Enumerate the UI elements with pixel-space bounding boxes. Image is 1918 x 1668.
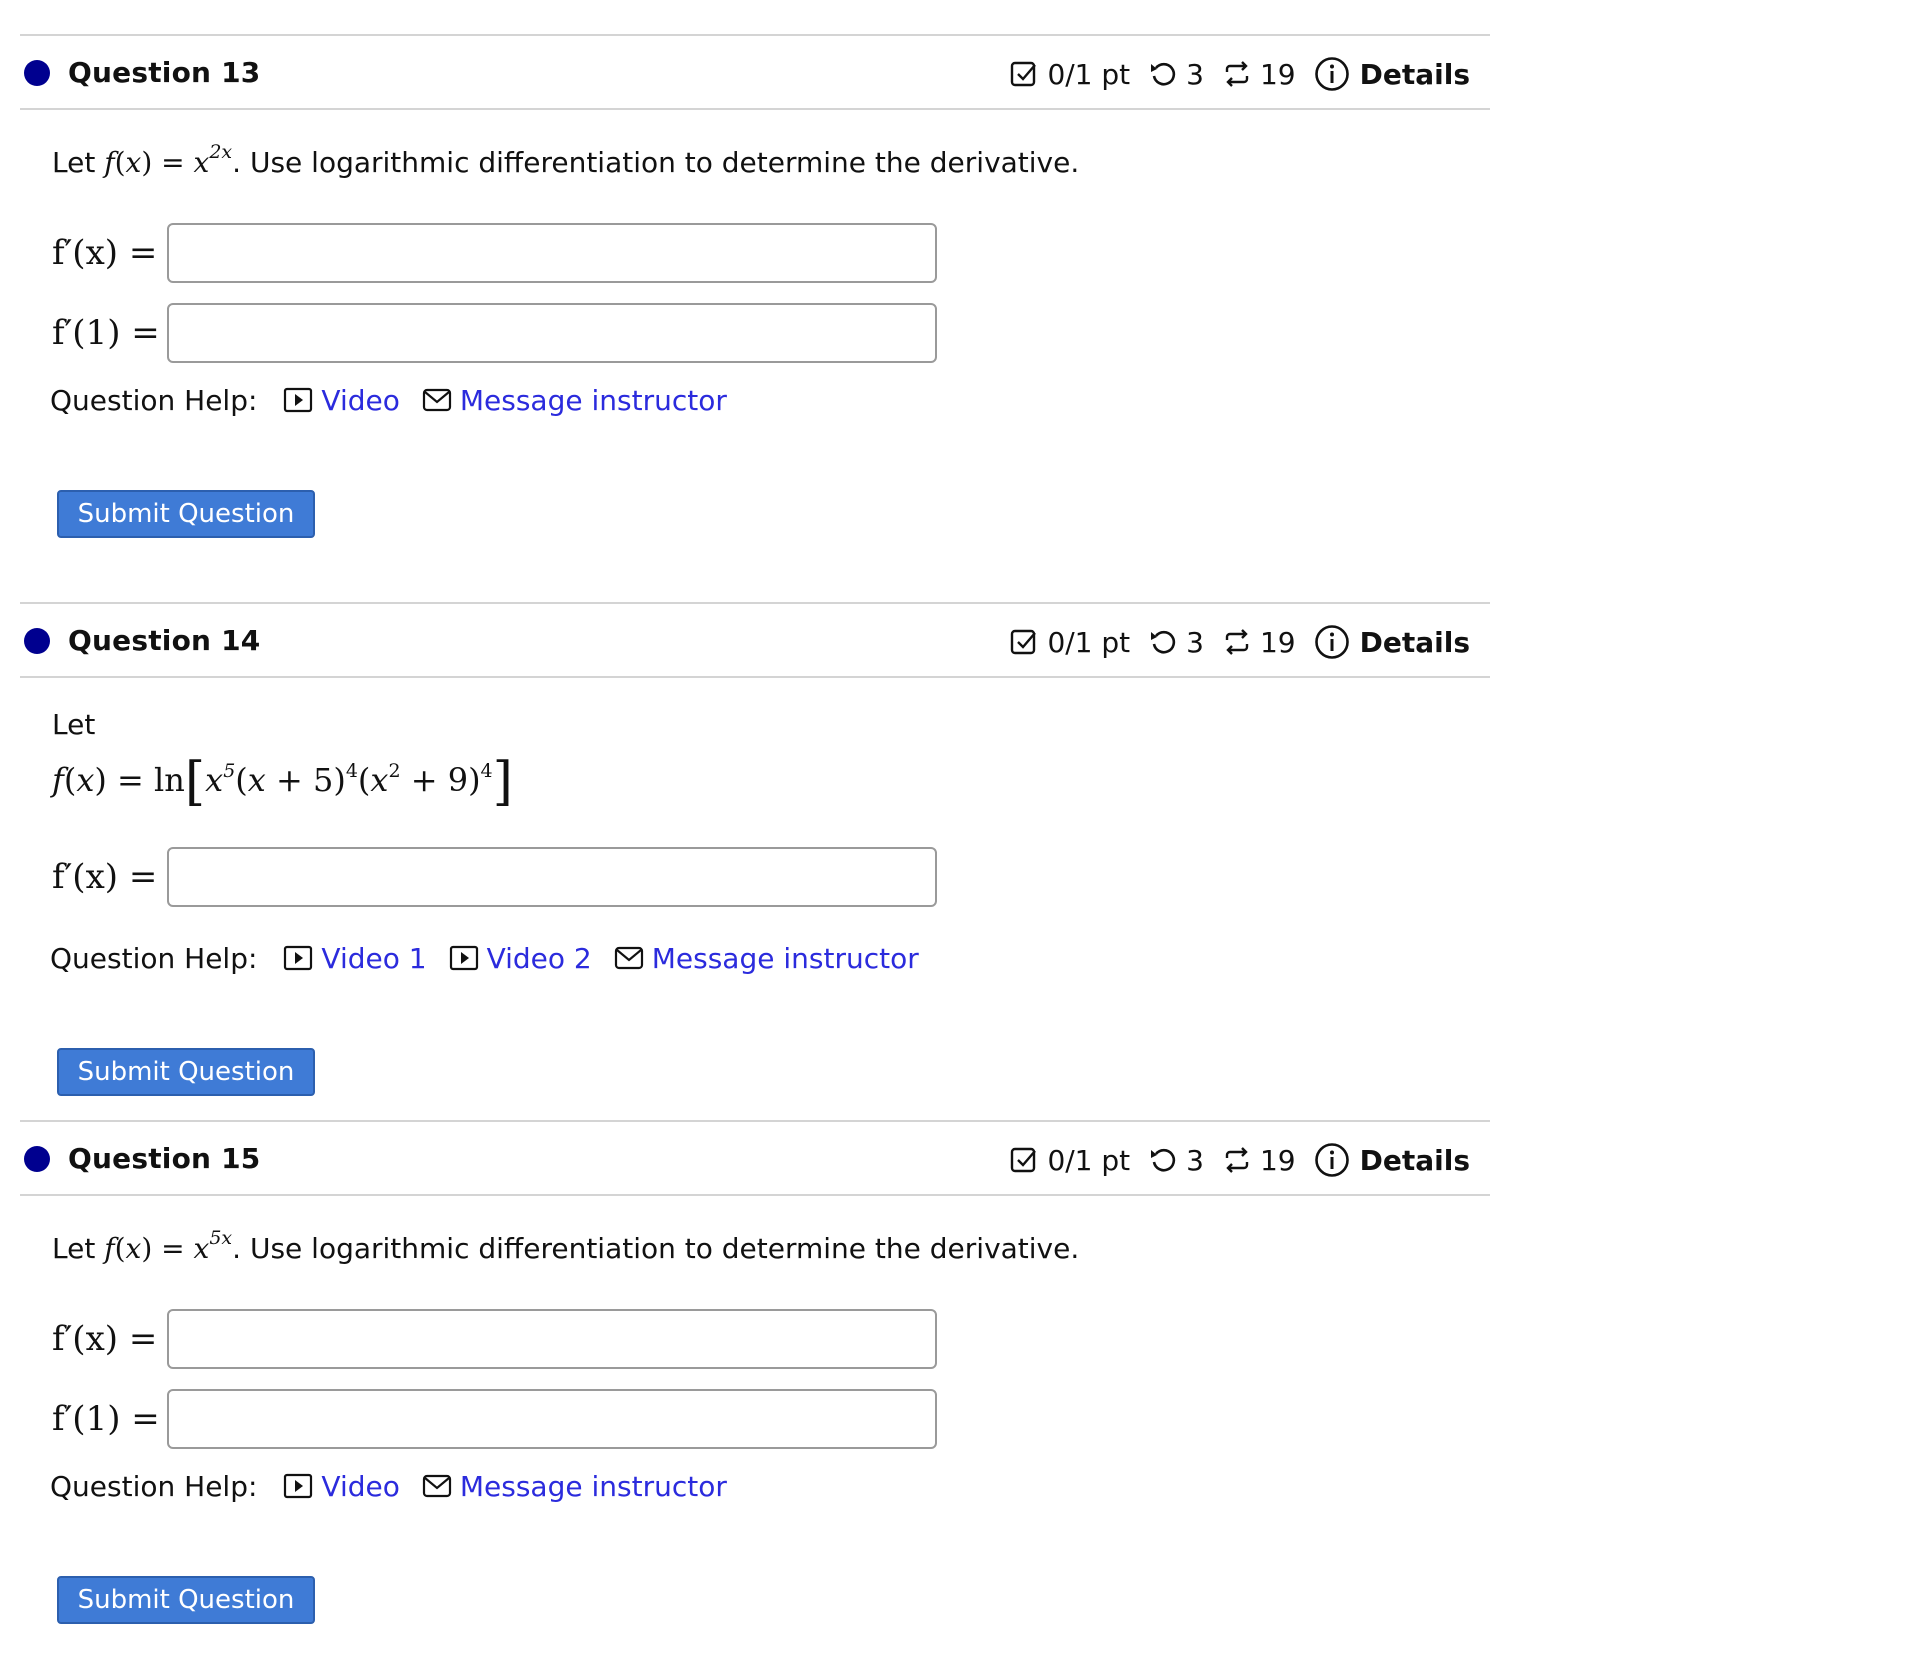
help-label: Question Help: <box>50 383 258 417</box>
question-meta: 0/1 pt 3 19 Details <box>1009 622 1470 662</box>
attempts-count: 19 <box>1259 57 1296 91</box>
answer-input-fprime-1[interactable] <box>167 1389 937 1449</box>
submit-button[interactable]: Submit Question <box>57 1048 315 1096</box>
question-help: Question Help: Video Message instructor <box>50 1466 749 1506</box>
mail-icon <box>422 1473 452 1499</box>
retry-icon <box>1148 627 1178 657</box>
retry-icon <box>1148 1145 1178 1175</box>
checkbox-icon <box>1009 1145 1039 1175</box>
retries-count: 3 <box>1186 625 1204 659</box>
question-header: Question 14 0/1 pt 3 19 Details <box>20 602 1490 678</box>
answer-row-derivative: f′(x) = <box>52 222 937 284</box>
video-link[interactable]: Video <box>283 384 400 417</box>
video-2-link[interactable]: Video 2 <box>449 942 592 975</box>
question-prompt-let: Let <box>52 708 96 741</box>
message-instructor-link[interactable]: Message instructor <box>422 384 727 417</box>
answer-row-derivative: f′(x) = <box>52 1308 937 1370</box>
mail-icon <box>614 945 644 971</box>
question-title: Question 13 <box>68 56 261 89</box>
answer-row-derivative: f′(x) = <box>52 846 937 908</box>
info-icon[interactable] <box>1314 624 1350 660</box>
details-link[interactable]: Details <box>1360 626 1470 659</box>
attempts-icon <box>1222 1145 1252 1175</box>
question-prompt: Let f(x) = x2x. Use logarithmic differen… <box>52 141 1080 180</box>
answer-label: f′(x) = <box>52 1319 158 1359</box>
checkbox-icon <box>1009 627 1039 657</box>
answer-label: f′(x) = <box>52 233 158 273</box>
attempts-icon <box>1222 59 1252 89</box>
info-icon[interactable] <box>1314 1142 1350 1178</box>
video-icon <box>449 945 479 971</box>
formula: f(x) = x2x <box>104 141 233 180</box>
question-15: Question 15 0/1 pt 3 19 Details Let f(x)… <box>20 1120 1490 1624</box>
attempts-count: 19 <box>1259 1143 1296 1177</box>
question-help: Question Help: Video 1 Video 2 Message i… <box>50 938 941 978</box>
attempts-icon <box>1222 627 1252 657</box>
answer-row-value: f′(1) = <box>52 1388 937 1450</box>
question-title: Question 14 <box>68 624 261 657</box>
retries-count: 3 <box>1186 57 1204 91</box>
question-prompt: Let f(x) = x5x. Use logarithmic differen… <box>52 1227 1080 1266</box>
checkbox-icon <box>1009 59 1039 89</box>
video-icon <box>283 387 313 413</box>
answer-input-fprime-x[interactable] <box>167 223 937 283</box>
status-dot <box>24 628 50 654</box>
question-meta: 0/1 pt 3 19 Details <box>1009 1140 1470 1180</box>
attempts-count: 19 <box>1259 625 1296 659</box>
status-dot <box>24 60 50 86</box>
question-header: Question 13 0/1 pt 3 19 Details <box>20 34 1490 110</box>
video-icon <box>283 1473 313 1499</box>
answer-label: f′(1) = <box>52 1399 160 1439</box>
answer-label: f′(x) = <box>52 857 158 897</box>
answer-input-fprime-x[interactable] <box>167 847 937 907</box>
answer-row-value: f′(1) = <box>52 302 937 364</box>
question-header: Question 15 0/1 pt 3 19 Details <box>20 1120 1490 1196</box>
score-text: 0/1 pt <box>1047 1143 1131 1177</box>
video-link[interactable]: Video <box>283 1470 400 1503</box>
mail-icon <box>422 387 452 413</box>
help-label: Question Help: <box>50 1469 258 1503</box>
submit-button[interactable]: Submit Question <box>57 1576 315 1624</box>
question-meta: 0/1 pt 3 19 Details <box>1009 54 1470 94</box>
score-text: 0/1 pt <box>1047 625 1131 659</box>
video-1-link[interactable]: Video 1 <box>283 942 427 975</box>
answer-input-fprime-1[interactable] <box>167 303 937 363</box>
formula: f(x) = ln[x5(x + 5)4(x2 + 9)4] <box>52 752 513 812</box>
answer-label: f′(1) = <box>52 313 160 353</box>
info-icon[interactable] <box>1314 56 1350 92</box>
answer-input-fprime-x[interactable] <box>167 1309 937 1369</box>
message-instructor-link[interactable]: Message instructor <box>614 942 919 975</box>
retries-count: 3 <box>1186 1143 1204 1177</box>
details-link[interactable]: Details <box>1360 58 1470 91</box>
help-label: Question Help: <box>50 941 258 975</box>
formula: f(x) = x5x <box>104 1227 233 1266</box>
details-link[interactable]: Details <box>1360 1144 1470 1177</box>
score-text: 0/1 pt <box>1047 57 1131 91</box>
retry-icon <box>1148 59 1178 89</box>
video-icon <box>283 945 313 971</box>
question-13: Question 13 0/1 pt 3 19 Details Let f(x)… <box>20 34 1490 538</box>
question-14: Question 14 0/1 pt 3 19 Details Let f(x)… <box>20 602 1490 1096</box>
question-title: Question 15 <box>68 1142 261 1175</box>
question-help: Question Help: Video Message instructor <box>50 380 749 420</box>
message-instructor-link[interactable]: Message instructor <box>422 1470 727 1503</box>
status-dot <box>24 1146 50 1172</box>
submit-button[interactable]: Submit Question <box>57 490 315 538</box>
